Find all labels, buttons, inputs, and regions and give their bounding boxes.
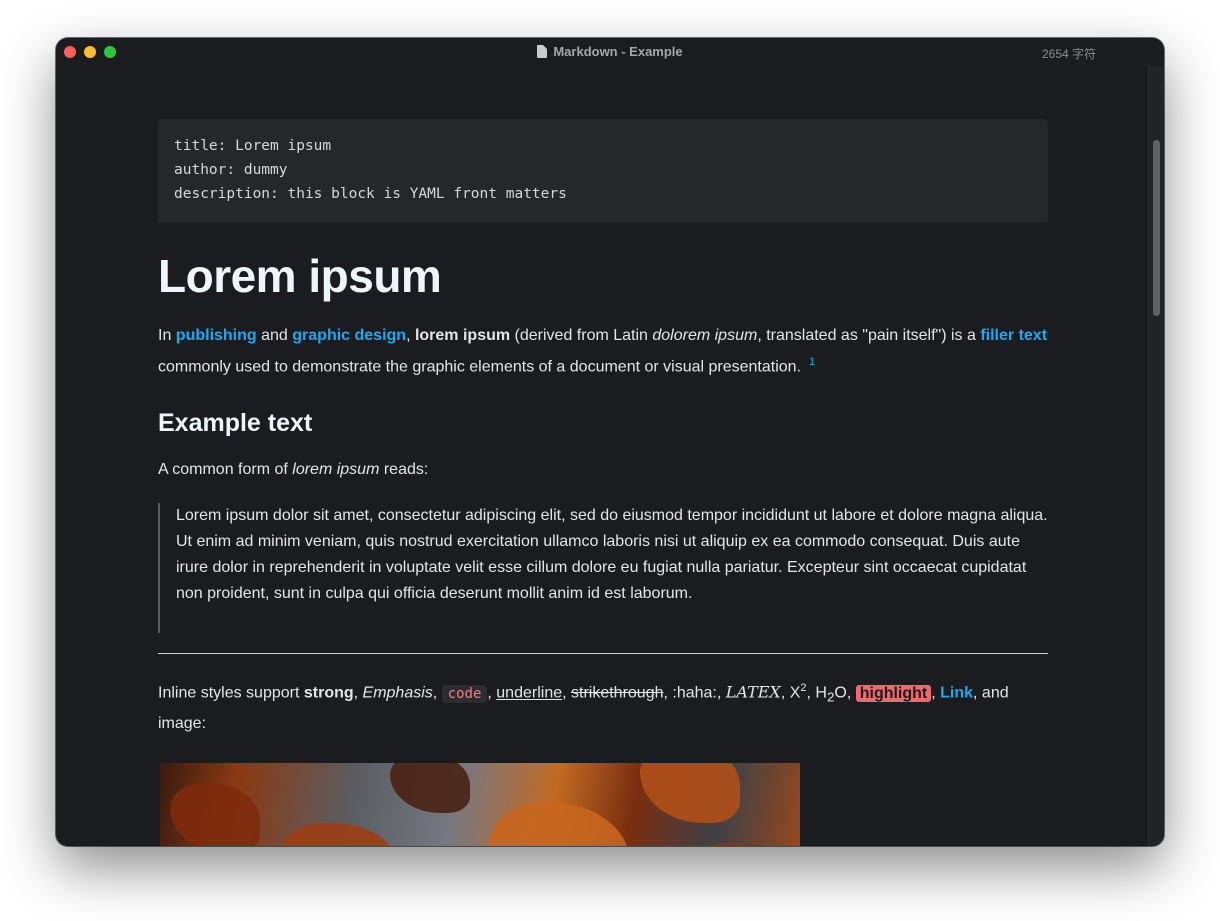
blockquote: Lorem ipsum dolor sit amet, consectetur … xyxy=(158,503,1048,634)
scrollbar-thumb[interactable] xyxy=(1153,140,1160,316)
intro-paragraph: In publishing and graphic design, lorem … xyxy=(158,327,1048,376)
title-bar: Markdown - Example 2654 字符 xyxy=(56,38,1164,66)
window-title: Markdown - Example xyxy=(56,44,1164,59)
emphasis-text: Emphasis xyxy=(362,684,433,702)
blockquote-text: Lorem ipsum dolor sit amet, consectetur … xyxy=(176,507,1048,603)
front-matter-line: description: this block is YAML front ma… xyxy=(174,186,567,202)
autumn-leaves-image[interactable] xyxy=(160,762,800,846)
document-icon xyxy=(537,45,548,58)
link-publishing[interactable]: publishing xyxy=(176,327,257,344)
strong-text: strong xyxy=(303,684,354,702)
link-graphic-design[interactable]: graphic design xyxy=(292,327,406,344)
front-matter-line: author: dummy xyxy=(174,162,288,178)
inline-code: code xyxy=(441,684,488,703)
latex-formula: LATEX xyxy=(725,682,781,702)
inline-styles-paragraph: Inline styles support strong, Emphasis, … xyxy=(158,682,1009,732)
highlight-text: highlight xyxy=(855,684,932,702)
link-filler-text[interactable]: filler text xyxy=(980,327,1047,344)
bold-text: lorem ipsum xyxy=(414,327,511,344)
word-count[interactable]: 2654 字符 xyxy=(1042,45,1096,62)
underline-text: underline xyxy=(496,684,563,702)
editor-content[interactable]: title: Lorem ipsum author: dummy descrip… xyxy=(158,119,1048,846)
section-heading: Example text xyxy=(158,409,313,438)
yaml-front-matter[interactable]: title: Lorem ipsum author: dummy descrip… xyxy=(158,119,1048,223)
page-title: Lorem ipsum xyxy=(158,250,442,302)
strikethrough-text: strikethrough xyxy=(571,684,664,702)
common-form-paragraph: A common form of lorem ipsum reads: xyxy=(158,461,429,479)
horizontal-rule xyxy=(158,653,1048,655)
vertical-scrollbar[interactable] xyxy=(1148,66,1164,846)
italic-text: dolorem ipsum xyxy=(652,327,758,344)
front-matter-line: title: Lorem ipsum xyxy=(174,138,332,154)
app-window: Markdown - Example 2654 字符 title: Lorem … xyxy=(56,38,1164,846)
inline-link[interactable]: Link xyxy=(940,685,973,702)
footnote-reference[interactable]: 1 xyxy=(809,356,815,368)
